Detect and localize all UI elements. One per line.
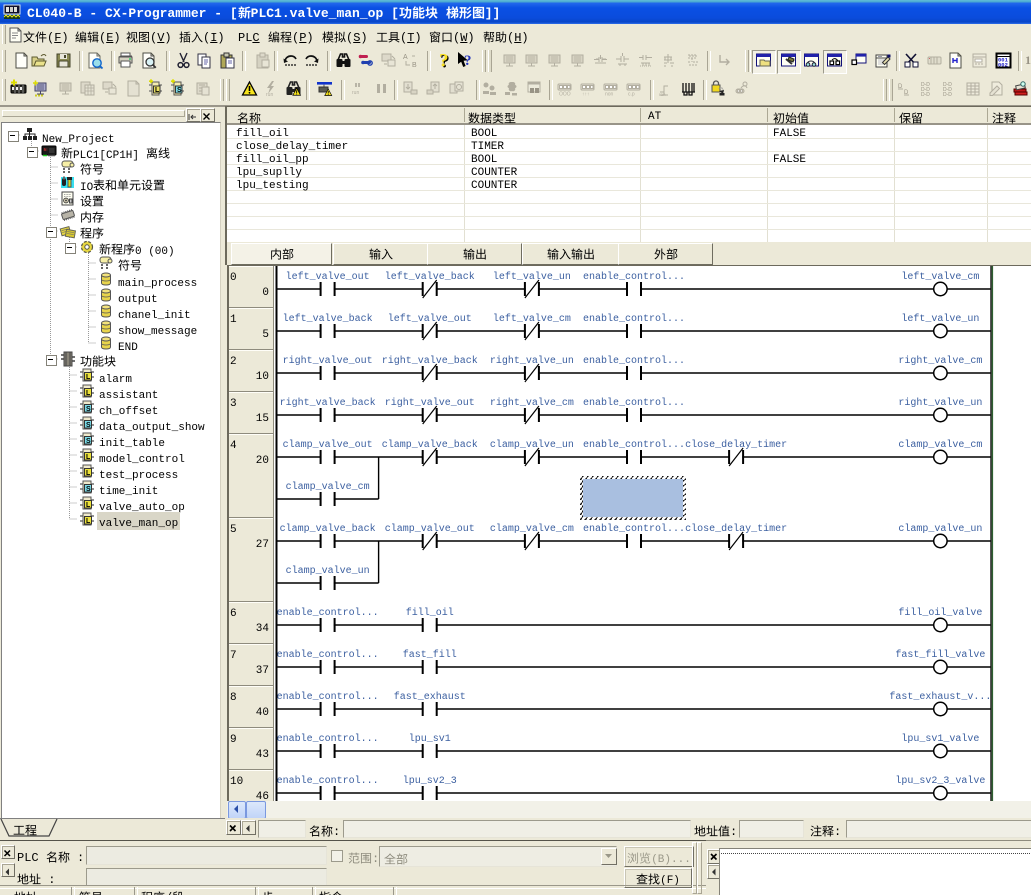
svg-text:D-D: D-D [921,92,930,98]
svg-text:lpu_sv2_3: lpu_sv2_3 [403,775,457,787]
svg-text:0: 0 [230,272,237,284]
svg-text:clamp_valve_cm: clamp_valve_cm [898,439,982,451]
svg-text:clamp_valve_un: clamp_valve_un [490,439,574,451]
svg-text:37: 37 [256,665,269,677]
svg-text:enable_control...: enable_control... [277,733,379,745]
svg-text:run: run [352,90,359,96]
svg-text:S: S [177,87,182,94]
svg-text:L: L [155,87,160,94]
svg-text:clamp_valve_cm: clamp_valve_cm [286,481,370,493]
svg-text:A: A [403,54,408,61]
svg-text:enable_control...: enable_control... [277,649,379,661]
svg-text:20: 20 [256,455,269,467]
svg-text:left_valve_un: left_valve_un [493,271,571,283]
svg-text:002: 002 [998,62,1008,69]
svg-text:clamp_valve_out: clamp_valve_out [283,439,373,451]
svg-text:lpu_sv2_3_valve: lpu_sv2_3_valve [895,775,985,787]
svg-text:right_valve_out: right_valve_out [385,397,475,409]
svg-text:close_delay_timer: close_delay_timer [685,523,787,535]
svg-text:1: 1 [1025,53,1031,67]
svg-text:right_valve_cm: right_valve_cm [490,397,574,409]
svg-text:2: 2 [230,356,237,368]
svg-text:↑↑↑: ↑↑↑ [582,92,590,98]
svg-text:enable_control...: enable_control... [583,313,685,325]
svg-text:enable_control...: enable_control... [277,607,379,619]
svg-text:left_valve_cm: left_valve_cm [493,313,571,325]
svg-text:enable_control...: enable_control... [583,439,685,451]
svg-text:right_valve_out: right_valve_out [283,355,373,367]
svg-text:B: B [412,62,417,69]
svg-text:enable_control...: enable_control... [583,355,685,367]
svg-text:enable_control...: enable_control... [583,397,685,409]
svg-text:10: 10 [230,776,243,788]
svg-text:34: 34 [256,623,270,635]
svg-text:0: 0 [262,287,269,299]
svg-text:clamp_valve_un: clamp_valve_un [286,565,370,577]
svg-text:L: L [86,454,91,461]
svg-text:non: non [605,92,614,98]
svg-text:clamp_valve_back: clamp_valve_back [382,439,478,451]
svg-text:right_valve_cm: right_valve_cm [898,355,982,367]
svg-text:left_valve_back: left_valve_back [385,271,475,283]
svg-text:enable_control...: enable_control... [277,775,379,787]
svg-text:8: 8 [230,692,237,704]
svg-text:6: 6 [230,608,237,620]
svg-text:27: 27 [256,539,269,551]
svg-text:S: S [86,422,91,429]
svg-text:L: L [86,374,91,381]
svg-text:?: ? [464,53,472,69]
svg-text:clamp_valve_un: clamp_valve_un [898,523,982,535]
svg-text:5: 5 [262,329,269,341]
svg-text:10: 10 [256,371,269,383]
svg-text:close_delay_timer: close_delay_timer [685,439,787,451]
svg-text:fast_exhaust: fast_exhaust [394,691,466,703]
svg-text:right_valve_back: right_valve_back [382,355,478,367]
svg-text:right_valve_back: right_valve_back [280,397,376,409]
svg-text:left_valve_out: left_valve_out [286,271,370,283]
svg-text:fill_oil_valve: fill_oil_valve [898,607,982,619]
svg-text:left_valve_cm: left_valve_cm [901,271,979,283]
svg-text:lpu_sv1: lpu_sv1 [409,733,451,745]
svg-text:clamp_valve_out: clamp_valve_out [385,523,475,535]
svg-text:ran: ran [659,92,666,97]
svg-text:OOO: OOO [559,92,571,98]
svg-text:c.p: c.p [628,92,635,98]
svg-text:L: L [86,470,91,477]
svg-text:D-D: D-D [943,92,952,98]
svg-text:fast_fill_valve: fast_fill_valve [895,649,985,661]
svg-text:right_valve_un: right_valve_un [490,355,574,367]
svg-text:left_valve_un: left_valve_un [901,313,979,325]
svg-text:S: S [86,406,91,413]
svg-text:lpu_sv1_valve: lpu_sv1_valve [901,733,979,745]
svg-text:?: ? [439,51,449,72]
svg-text:L: L [86,390,91,397]
svg-text:7: 7 [230,650,237,662]
svg-text:40: 40 [256,707,269,719]
svg-text:left_valve_back: left_valve_back [283,313,373,325]
svg-text:S: S [86,438,91,445]
svg-text:4: 4 [230,440,237,452]
svg-text:L: L [86,502,91,509]
svg-text:15: 15 [256,413,269,425]
svg-text:clamp_valve_cm: clamp_valve_cm [490,523,574,535]
svg-text:1: 1 [230,314,237,326]
svg-text:3: 3 [230,398,237,410]
svg-text:5: 5 [230,524,237,536]
svg-text:fill_oil: fill_oil [406,607,454,619]
svg-text:S: S [86,486,91,493]
svg-text:9: 9 [230,734,237,746]
svg-text:clamp_valve_back: clamp_valve_back [280,523,376,535]
svg-text:fast_exhaust_v...: fast_exhaust_v... [889,691,991,703]
svg-text:L: L [86,518,91,525]
svg-text:enable_control...: enable_control... [583,523,685,535]
svg-text:left_valve_out: left_valve_out [388,313,472,325]
svg-text:enable_control...: enable_control... [277,691,379,703]
svg-text:right_valve_un: right_valve_un [898,397,982,409]
svg-text:run: run [266,92,273,98]
svg-text:43: 43 [256,749,269,761]
svg-text:fast_fill: fast_fill [403,649,457,661]
svg-text:enable_control...: enable_control... [583,271,685,283]
